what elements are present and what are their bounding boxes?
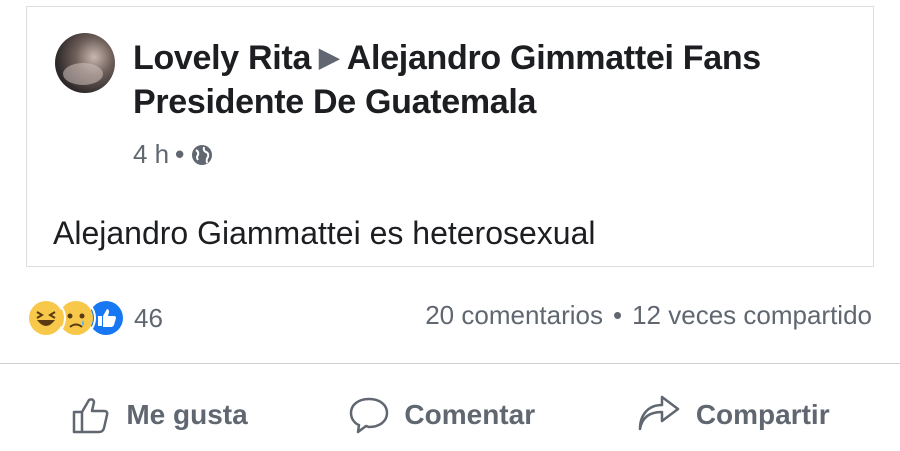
post-card: Lovely Rita ▶ Alejandro Gimmattei Fans Pre… — [26, 6, 874, 267]
divider — [0, 363, 900, 364]
post-header: Lovely Rita ▶ Alejandro Gimmattei Fans Pre… — [133, 37, 853, 123]
share-button[interactable]: Compartir — [636, 395, 830, 435]
meta-separator: • — [175, 139, 185, 169]
comment-button[interactable]: Comentar — [348, 395, 535, 435]
engagement-stats: 20 comentarios • 12 veces compartido — [425, 300, 872, 331]
globe-icon — [192, 144, 213, 165]
author-name[interactable]: Lovely Rita — [133, 39, 311, 77]
comments-count[interactable]: 20 comentarios — [425, 300, 603, 331]
share-label: Compartir — [695, 399, 830, 430]
comment-icon — [350, 397, 389, 434]
triangle-right-icon: ▶ — [319, 42, 339, 72]
reaction-count[interactable]: 46 — [134, 303, 163, 334]
like-label: Me gusta — [126, 399, 248, 430]
share-icon — [638, 395, 680, 431]
shares-count[interactable]: 12 veces compartido — [632, 300, 872, 331]
stats-separator: • — [612, 300, 623, 330]
post-meta: 4 h • — [133, 139, 214, 170]
thumbs-up-icon — [73, 398, 109, 434]
action-bar: Me gusta Comentar Compartir — [0, 380, 900, 450]
like-button[interactable]: Me gusta — [70, 395, 248, 435]
post-body: Alejandro Giammattei es heterosexual — [53, 215, 596, 251]
avatar[interactable] — [55, 33, 115, 93]
post-timestamp[interactable]: 4 h — [133, 139, 169, 170]
reactions-summary[interactable]: 46 — [26, 298, 163, 338]
comment-label: Comentar — [404, 399, 536, 430]
haha-icon — [26, 298, 66, 338]
